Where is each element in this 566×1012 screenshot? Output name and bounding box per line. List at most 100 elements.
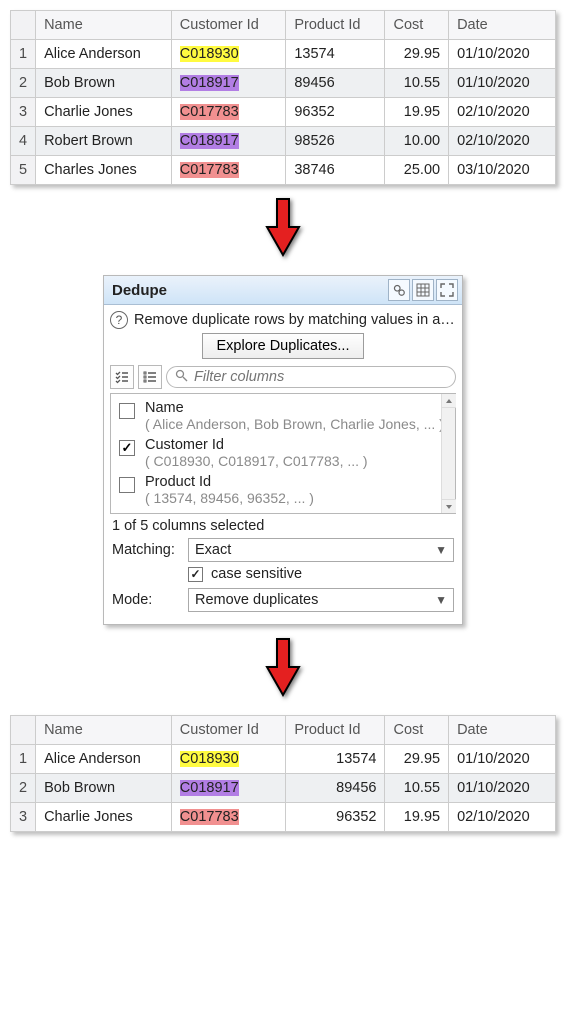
cell-customer-id: C018917	[171, 774, 286, 803]
column-option[interactable]: Product Id( 13574, 89456, 96352, ... )	[111, 472, 455, 509]
cell-customer-id: C018917	[171, 69, 286, 98]
cell-product-id: 98526	[286, 127, 385, 156]
cell-name: Bob Brown	[36, 774, 172, 803]
column-hint: ( C018930, C018917, C017783, ... )	[145, 453, 368, 469]
col-header[interactable]: Cost	[385, 716, 449, 745]
cell-product-id: 13574	[286, 40, 385, 69]
col-header[interactable]: Date	[449, 11, 556, 40]
panel-titlebar: Dedupe	[104, 276, 462, 305]
cell-cost: 29.95	[385, 40, 449, 69]
gear-icon[interactable]	[388, 279, 410, 301]
mode-label: Mode:	[112, 592, 182, 608]
cell-date: 01/10/2020	[449, 40, 556, 69]
cell-name: Alice Anderson	[36, 745, 172, 774]
col-header[interactable]: Date	[449, 716, 556, 745]
col-header[interactable]: Customer Id	[171, 716, 286, 745]
cell-product-id: 38746	[286, 156, 385, 185]
case-sensitive-checkbox[interactable]: ✓	[188, 567, 203, 582]
mode-dropdown[interactable]: Remove duplicates ▼	[188, 588, 454, 612]
col-header[interactable]: Cost	[385, 11, 449, 40]
cell-date: 01/10/2020	[449, 69, 556, 98]
table-row[interactable]: 1Alice AndersonC0189301357429.9501/10/20…	[11, 745, 556, 774]
cell-cost: 19.95	[385, 803, 449, 832]
chevron-down-icon: ▼	[435, 593, 447, 607]
cell-customer-id: C018930	[171, 40, 286, 69]
row-number: 1	[11, 40, 36, 69]
selection-count: 1 of 5 columns selected	[112, 518, 454, 534]
grid-icon[interactable]	[412, 279, 434, 301]
dedupe-panel: Dedupe ? Remove duplicate rows by matchi…	[103, 275, 463, 625]
column-checkbox[interactable]: ✓	[119, 440, 135, 456]
table-row[interactable]: 2Bob BrownC0189178945610.5501/10/2020	[11, 69, 556, 98]
expand-icon[interactable]	[436, 279, 458, 301]
col-header[interactable]: Name	[36, 11, 172, 40]
row-number: 2	[11, 774, 36, 803]
cell-name: Robert Brown	[36, 127, 172, 156]
matching-dropdown[interactable]: Exact ▼	[188, 538, 454, 562]
cell-date: 02/10/2020	[449, 127, 556, 156]
filter-columns-input[interactable]	[166, 366, 456, 388]
col-header[interactable]: Product Id	[286, 716, 385, 745]
scroll-up-icon[interactable]	[442, 394, 456, 408]
row-number: 1	[11, 745, 36, 774]
cell-customer-id: C017783	[171, 98, 286, 127]
col-header[interactable]: Name	[36, 716, 172, 745]
table-row[interactable]: 1Alice AndersonC0189301357429.9501/10/20…	[11, 40, 556, 69]
panel-description: Remove duplicate rows by matching values…	[134, 312, 456, 328]
cell-cost: 29.95	[385, 745, 449, 774]
scroll-down-icon[interactable]	[442, 499, 456, 513]
cell-date: 01/10/2020	[449, 745, 556, 774]
cell-product-id: 89456	[286, 774, 385, 803]
cell-product-id: 13574	[286, 745, 385, 774]
cell-customer-id: C017783	[171, 156, 286, 185]
column-name: Name	[145, 400, 184, 416]
cell-cost: 25.00	[385, 156, 449, 185]
row-number: 3	[11, 803, 36, 832]
cell-date: 01/10/2020	[449, 774, 556, 803]
column-name: Customer Id	[145, 437, 224, 453]
help-icon[interactable]: ?	[110, 311, 128, 329]
cell-customer-id: C017783	[171, 803, 286, 832]
cell-customer-id: C018917	[171, 127, 286, 156]
row-header-blank	[11, 716, 36, 745]
filter-input[interactable]	[192, 368, 447, 386]
cell-product-id: 89456	[286, 69, 385, 98]
cell-customer-id: C018930	[171, 745, 286, 774]
checklist-icon[interactable]	[110, 365, 134, 389]
table-row[interactable]: 4Robert BrownC0189179852610.0002/10/2020	[11, 127, 556, 156]
scrollbar[interactable]	[441, 394, 455, 513]
column-option[interactable]: ✓ Customer Id( C018930, C018917, C017783,…	[111, 435, 455, 472]
column-hint: ( 13574, 89456, 96352, ... )	[145, 490, 314, 506]
table-row[interactable]: 5Charles JonesC0177833874625.0003/10/202…	[11, 156, 556, 185]
output-table: Name Customer Id Product Id Cost Date 1A…	[10, 715, 556, 832]
column-list: Name( Alice Anderson, Bob Brown, Charlie…	[110, 393, 456, 514]
cell-name: Charlie Jones	[36, 98, 172, 127]
row-number: 2	[11, 69, 36, 98]
cell-date: 03/10/2020	[449, 156, 556, 185]
column-name: Product Id	[145, 474, 211, 490]
cell-cost: 19.95	[385, 98, 449, 127]
col-header[interactable]: Product Id	[286, 11, 385, 40]
dropdown-value: Exact	[195, 542, 231, 558]
flow-arrow-down-icon	[10, 197, 556, 263]
table-row[interactable]: 2Bob BrownC0189178945610.5501/10/2020	[11, 774, 556, 803]
cell-date: 02/10/2020	[449, 803, 556, 832]
cell-name: Bob Brown	[36, 69, 172, 98]
column-option[interactable]: Name( Alice Anderson, Bob Brown, Charlie…	[111, 398, 455, 435]
cell-date: 02/10/2020	[449, 98, 556, 127]
dropdown-value: Remove duplicates	[195, 592, 318, 608]
table-row[interactable]: 3Charlie JonesC0177839635219.9502/10/202…	[11, 803, 556, 832]
col-header[interactable]: Customer Id	[171, 11, 286, 40]
explore-duplicates-button[interactable]: Explore Duplicates...	[202, 333, 365, 359]
row-number: 4	[11, 127, 36, 156]
list-icon[interactable]	[138, 365, 162, 389]
cell-name: Charlie Jones	[36, 803, 172, 832]
cell-cost: 10.55	[385, 69, 449, 98]
cell-product-id: 96352	[286, 803, 385, 832]
row-header-blank	[11, 11, 36, 40]
table-row[interactable]: 3Charlie JonesC0177839635219.9502/10/202…	[11, 98, 556, 127]
column-checkbox[interactable]	[119, 477, 135, 493]
column-hint: ( Alice Anderson, Bob Brown, Charlie Jon…	[145, 416, 444, 432]
column-checkbox[interactable]	[119, 403, 135, 419]
row-number: 3	[11, 98, 36, 127]
